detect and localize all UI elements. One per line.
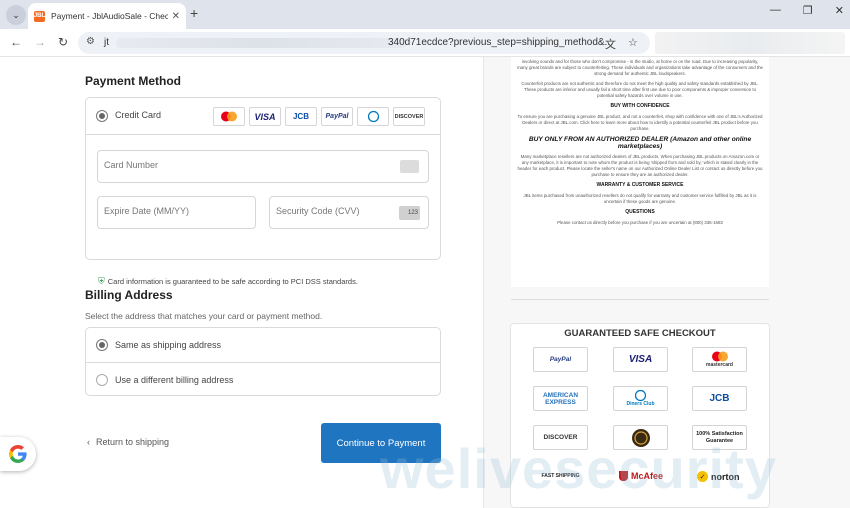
notice-paragraph: JBL items purchased from unauthorized re… [523,193,757,204]
translate-icon[interactable]: 文 [605,36,616,52]
watermark: welivesecurity [380,437,777,500]
mastercard-badge: mastercard [692,347,747,372]
visa-icon: VISA [249,107,281,126]
close-tab-icon[interactable]: ✕ [172,11,180,22]
same-as-shipping-option[interactable]: Same as shipping address [86,328,440,362]
mastercard-icon [711,351,728,361]
tab-search-icon[interactable]: ⌄ [6,5,26,25]
url-path: 340d71ecdce?previous_step=shipping_metho… [388,37,613,48]
address-bar[interactable]: ⚙ jt 340d71ecdce?previous_step=shipping_… [78,32,650,54]
credit-card-label: Credit Card [115,110,162,120]
cvv-field[interactable]: 123 [269,196,429,229]
google-icon[interactable] [0,437,36,471]
amex-badge: AMERICAN EXPRESS [533,386,588,411]
counterfeit-notice: involving sounds and for those who don't… [511,57,769,287]
return-to-shipping-link[interactable]: ‹ Return to shipping [87,437,169,447]
url-host: jt [104,37,109,48]
mastercard-icon [213,107,245,126]
notice-heading: QUESTIONS [625,209,655,215]
browser-toolbar: ← → ↻ ⚙ jt 340d71ecdce?previous_step=shi… [0,29,850,57]
restore-icon[interactable]: ❐ [803,4,813,17]
close-window-icon[interactable]: ✕ [835,4,844,17]
paypal-badge: PayPal [533,347,588,372]
mastercard-badge-label: mastercard [706,361,733,368]
diners-club-icon [635,389,646,401]
diners-club-badge-label: Diners Club [626,400,655,407]
browser-tabbar: ⌄ JBL Payment - JblAudioSale - Check ✕ +… [0,0,850,29]
reload-icon[interactable]: ↻ [58,35,68,49]
notice-paragraph: Many marketplace resellers are not autho… [517,154,763,177]
notice-paragraph: Counterfeit products are not authentic a… [521,81,759,98]
minimize-icon[interactable]: — [770,4,781,17]
same-address-radio[interactable] [96,339,108,351]
jcb-icon: JCB [285,107,317,126]
card-number-field[interactable] [97,150,429,183]
different-address-label: Use a different billing address [115,375,234,385]
notice-heading: BUY ONLY FROM AN AUTHORIZED DEALER (Amaz… [528,136,752,150]
same-address-label: Same as shipping address [115,340,222,350]
url-redacted [116,38,406,48]
payment-method-box: Credit Card VISA JCB PayPal DISCOVER 123… [85,97,441,286]
expiry-input[interactable] [104,206,230,216]
notice-paragraph: To ensure you are purchasing a genuine J… [517,114,763,131]
cvv-input[interactable] [276,206,403,216]
divider [511,299,769,300]
back-icon[interactable]: ← [10,35,22,49]
different-billing-option[interactable]: Use a different billing address [86,362,440,396]
site-info-icon[interactable]: ⚙ [86,36,95,47]
bookmark-star-icon[interactable]: ☆ [628,36,638,49]
credit-card-radio[interactable] [96,110,108,122]
favicon-icon: JBL [34,10,45,22]
cvv-card-icon: 123 [399,206,420,220]
pci-note-text: Card information is guaranteed to be saf… [107,277,358,286]
pci-note: ⛨ Card information is guaranteed to be s… [98,276,358,287]
notice-heading: BUY WITH CONFIDENCE [610,103,670,109]
notice-heading: WARRANTY & CUSTOMER SERVICE [596,182,684,188]
notice-paragraph: Please contact us directly before you pu… [557,220,723,225]
credit-card-option[interactable]: Credit Card VISA JCB PayPal DISCOVER [86,98,440,135]
discover-icon: DISCOVER [393,107,425,126]
different-address-radio[interactable] [96,374,108,386]
chevron-left-icon: ‹ [87,437,90,447]
card-icon [400,160,419,173]
billing-subtitle: Select the address that matches your car… [85,311,323,321]
billing-address-heading: Billing Address [85,288,173,302]
shield-check-icon: ⛨ [98,276,105,286]
jcb-badge: JCB [692,386,747,411]
visa-badge: VISA [613,347,668,372]
forward-icon[interactable]: → [34,35,46,49]
new-tab-icon[interactable]: + [190,5,198,21]
diners-club-badge: Diners Club [613,386,668,411]
toolbar-redacted [655,32,845,54]
window-controls: — ❐ ✕ [770,4,844,17]
billing-options: Same as shipping address Use a different… [85,327,441,396]
browser-tab[interactable]: JBL Payment - JblAudioSale - Check ✕ [28,3,186,29]
diners-club-icon [357,107,389,126]
payment-method-heading: Payment Method [85,74,182,88]
return-label: Return to shipping [96,437,170,447]
tab-title: Payment - JblAudioSale - Check [51,11,168,21]
expiry-field[interactable] [97,196,256,229]
paypal-icon: PayPal [321,107,353,126]
safe-checkout-title: GUARANTEED SAFE CHECKOUT [564,328,716,339]
notice-paragraph: involving sounds and for those who don't… [517,59,763,76]
card-number-input[interactable] [104,160,368,170]
